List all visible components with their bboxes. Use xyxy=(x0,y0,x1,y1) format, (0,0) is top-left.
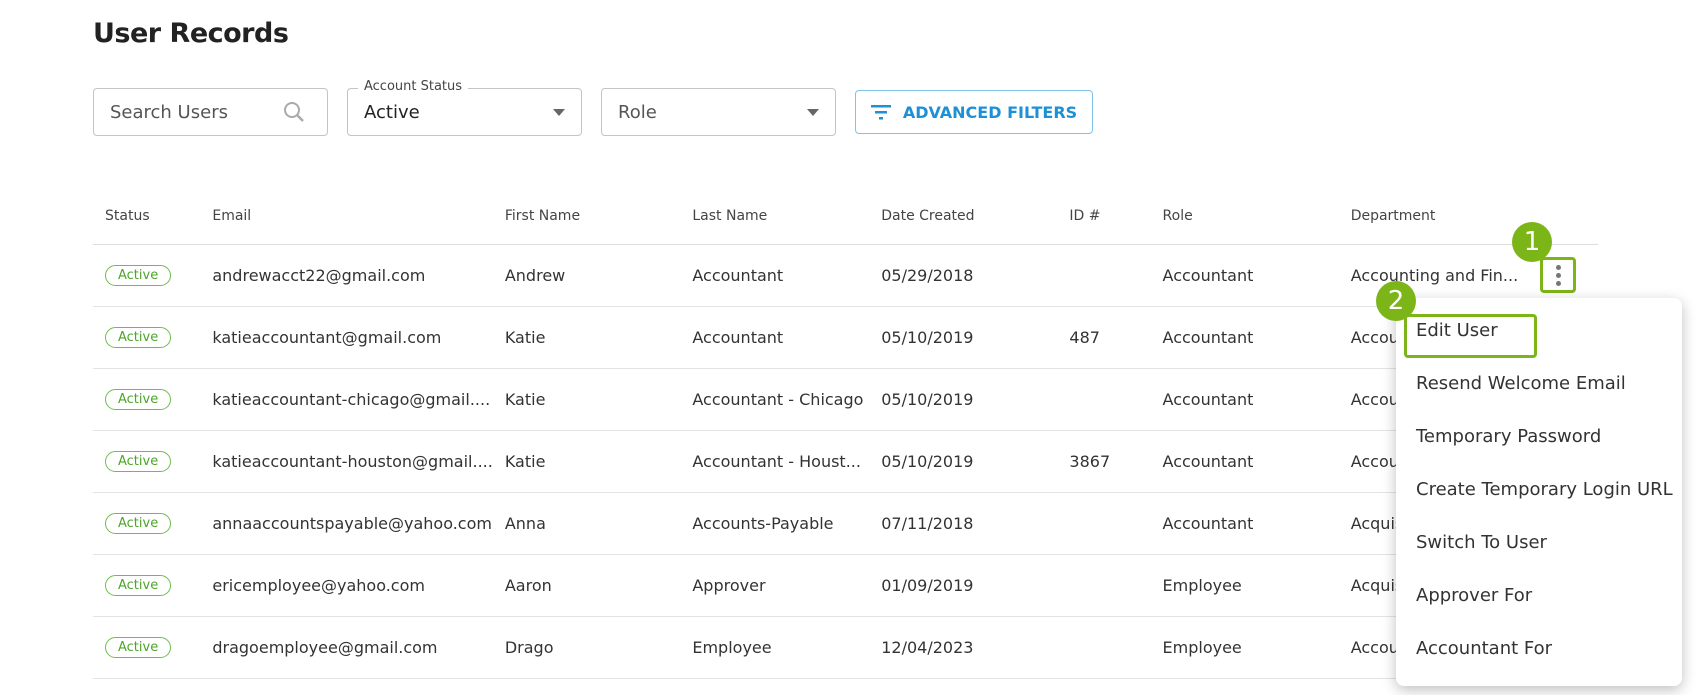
cell-role: Accountant xyxy=(1150,306,1339,369)
column-header[interactable]: First Name xyxy=(492,188,681,245)
cell-status: Active xyxy=(93,430,201,493)
table-row[interactable]: Active katieaccountant-chicago@gmail.... K… xyxy=(93,368,1598,431)
account-status-value: Active xyxy=(364,101,420,123)
more-vert-icon xyxy=(1555,264,1561,270)
cell-email: katieaccountant@gmail.com xyxy=(200,306,493,369)
cell-date-created: 01/09/2019 xyxy=(869,554,1058,617)
chevron-down-icon xyxy=(553,109,565,116)
role-placeholder: Role xyxy=(618,101,657,123)
cell-id: 487 xyxy=(1057,306,1151,369)
cell-first-name: Katie xyxy=(492,368,681,431)
cell-id xyxy=(1057,492,1151,555)
search-icon xyxy=(284,102,304,122)
status-badge: Active xyxy=(105,265,172,286)
cell-email: ericemployee@yahoo.com xyxy=(200,554,493,617)
cell-first-name: Katie xyxy=(492,306,681,369)
search-input[interactable]: Search Users xyxy=(93,88,328,136)
menu-item-switch-to-user[interactable]: Switch To User xyxy=(1396,516,1682,569)
cell-status: Active xyxy=(93,554,201,617)
cell-id: 3867 xyxy=(1057,430,1151,493)
advanced-filters-button[interactable]: ADVANCED FILTERS xyxy=(855,90,1093,134)
menu-item-create-temporary-login-url[interactable]: Create Temporary Login URL xyxy=(1396,463,1682,516)
cell-role: Accountant xyxy=(1150,368,1339,431)
cell-first-name: Andrew xyxy=(492,244,681,307)
chevron-down-icon xyxy=(807,109,819,116)
cell-id xyxy=(1057,554,1151,617)
cell-status: Active xyxy=(93,306,201,369)
table-row[interactable]: Active dragoemployee@gmail.com Drago Employ… xyxy=(93,616,1598,679)
user-table: Status Email First Name Last Name Date Creat… xyxy=(93,188,1598,679)
account-status-label: Account Status xyxy=(358,79,469,94)
menu-item-accountant-for[interactable]: Accountant For xyxy=(1396,622,1682,675)
cell-date-created: 05/29/2018 xyxy=(869,244,1058,307)
cell-last-name: Approver xyxy=(680,554,870,617)
status-badge: Active xyxy=(105,513,172,534)
row-actions-menu: Edit User Resend Welcome Email Temporary P… xyxy=(1396,298,1682,686)
menu-item-approver-for[interactable]: Approver For xyxy=(1396,569,1682,622)
cell-role: Accountant xyxy=(1150,244,1339,307)
cell-status: Active xyxy=(93,244,201,307)
cell-first-name: Aaron xyxy=(492,554,681,617)
role-select[interactable]: Role xyxy=(601,88,836,136)
account-status-select[interactable]: Account Status Active xyxy=(347,79,582,136)
filter-icon xyxy=(870,105,891,120)
table-row[interactable]: Active ericemployee@yahoo.com Aaron Approve… xyxy=(93,554,1598,617)
cell-last-name: Accountant - Houst... xyxy=(680,430,870,493)
status-badge: Active xyxy=(105,327,172,348)
cell-first-name: Katie xyxy=(492,430,681,493)
cell-date-created: 05/10/2019 xyxy=(869,430,1058,493)
step-marker-1: 1 xyxy=(1512,222,1552,262)
advanced-filters-label: ADVANCED FILTERS xyxy=(902,102,1078,122)
table-row[interactable]: Active katieaccountant@gmail.com Katie Acco… xyxy=(93,306,1598,369)
table-row[interactable]: Active katieaccountant-houston@gmail.... K… xyxy=(93,430,1598,493)
status-badge: Active xyxy=(105,637,172,658)
cell-status: Active xyxy=(93,616,201,679)
cell-date-created: 05/10/2019 xyxy=(869,306,1058,369)
cell-date-created: 07/11/2018 xyxy=(869,492,1058,555)
cell-id xyxy=(1057,368,1151,431)
cell-role: Accountant xyxy=(1150,492,1339,555)
column-header[interactable]: ID # xyxy=(1057,188,1151,245)
cell-last-name: Employee xyxy=(680,616,870,679)
cell-date-created: 05/10/2019 xyxy=(869,368,1058,431)
cell-email: katieaccountant-houston@gmail.... xyxy=(200,430,493,493)
column-header[interactable]: Status xyxy=(93,188,201,245)
cell-status: Active xyxy=(93,492,201,555)
cell-first-name: Anna xyxy=(492,492,681,555)
step-marker-2: 2 xyxy=(1376,281,1416,321)
column-header[interactable]: Date Created xyxy=(869,188,1058,245)
cell-last-name: Accountant xyxy=(680,306,870,369)
menu-item-resend-welcome-email[interactable]: Resend Welcome Email xyxy=(1396,357,1682,410)
cell-email: andrewacct22@gmail.com xyxy=(200,244,493,307)
cell-last-name: Accountant - Chicago xyxy=(680,368,870,431)
search-placeholder: Search Users xyxy=(110,101,228,123)
cell-email: annaaccountspayable@yahoo.com xyxy=(200,492,493,555)
column-header[interactable]: Role xyxy=(1150,188,1339,245)
table-row[interactable]: Active annaaccountspayable@yahoo.com Anna A… xyxy=(93,492,1598,555)
column-header[interactable]: Department xyxy=(1338,188,1598,245)
table-row[interactable]: Active andrewacct22@gmail.com Andrew Accoun… xyxy=(93,244,1598,307)
cell-id xyxy=(1057,616,1151,679)
cell-role: Accountant xyxy=(1150,430,1339,493)
row-actions-button[interactable] xyxy=(1540,257,1576,293)
cell-last-name: Accounts-Payable xyxy=(680,492,870,555)
column-header[interactable]: Email xyxy=(200,188,493,245)
cell-status: Active xyxy=(93,368,201,431)
cell-role: Employee xyxy=(1150,554,1339,617)
status-badge: Active xyxy=(105,451,172,472)
cell-role: Employee xyxy=(1150,616,1339,679)
status-badge: Active xyxy=(105,389,172,410)
cell-last-name: Accountant xyxy=(680,244,870,307)
cell-email: dragoemployee@gmail.com xyxy=(200,616,493,679)
edit-user-highlight xyxy=(1404,314,1537,358)
page-title: User Records xyxy=(93,18,289,49)
cell-first-name: Drago xyxy=(492,616,681,679)
cell-date-created: 12/04/2023 xyxy=(869,616,1058,679)
column-header[interactable]: Last Name xyxy=(680,188,870,245)
status-badge: Active xyxy=(105,575,172,596)
cell-email: katieaccountant-chicago@gmail.... xyxy=(200,368,493,431)
menu-item-temporary-password[interactable]: Temporary Password xyxy=(1396,410,1682,463)
cell-id xyxy=(1057,244,1151,307)
